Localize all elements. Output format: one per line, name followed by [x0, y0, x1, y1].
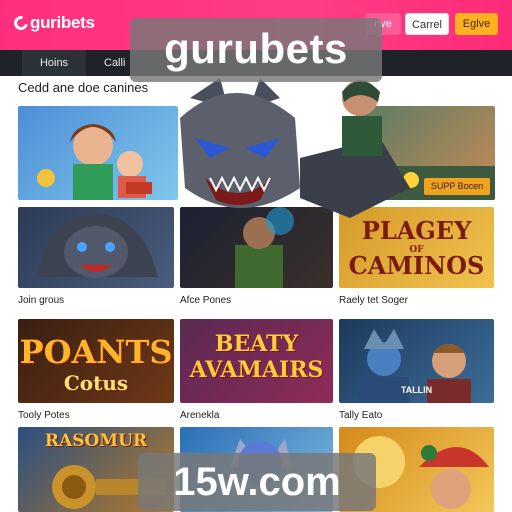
promo-button[interactable]: SUPP Bocen	[424, 178, 490, 195]
nav-item-home[interactable]: Hoins	[22, 50, 86, 76]
domain-overlay: 15w.com	[138, 453, 376, 511]
card-title-secondary: CAMINOS	[348, 251, 485, 280]
header-button-right[interactable]: Eglve	[455, 13, 498, 35]
game-card-label[interactable]: Afce Pones	[180, 295, 231, 306]
section-title: Cedd ane doe canines	[18, 80, 149, 95]
card-caption: TALLIN	[400, 385, 433, 395]
game-card-label[interactable]: Tooly Potes	[18, 410, 70, 421]
card-subtitle: AVAMAIRS	[189, 357, 324, 383]
hero-mascot-image	[150, 78, 420, 228]
game-card-row3-right[interactable]: TALLIN	[339, 319, 494, 403]
logo-text: guribets	[30, 13, 95, 32]
card-subtitle: Cotus	[63, 371, 129, 395]
nav-item-second[interactable]: Calli	[104, 50, 125, 76]
card-title: POANTS	[19, 333, 173, 371]
game-card-label[interactable]: Join grous	[18, 295, 64, 306]
game-card-label[interactable]: Arenekla	[180, 410, 219, 421]
game-card-row3-left[interactable]: POANTS Cotus	[18, 319, 174, 403]
header-button-middle[interactable]: Carrel	[405, 13, 449, 35]
logo-icon	[11, 13, 31, 33]
brand-overlay: gurubets	[130, 18, 382, 82]
site-logo[interactable]: guribets	[11, 13, 95, 33]
card-title: RASOMUR	[44, 431, 148, 451]
game-card-label[interactable]: Raely tet Soger	[339, 295, 408, 306]
card-title: BEATY	[214, 331, 299, 357]
game-card-label[interactable]: Tally Eato	[339, 410, 382, 421]
game-card-row3-middle[interactable]: BEATY AVAMAIRS	[180, 319, 333, 403]
